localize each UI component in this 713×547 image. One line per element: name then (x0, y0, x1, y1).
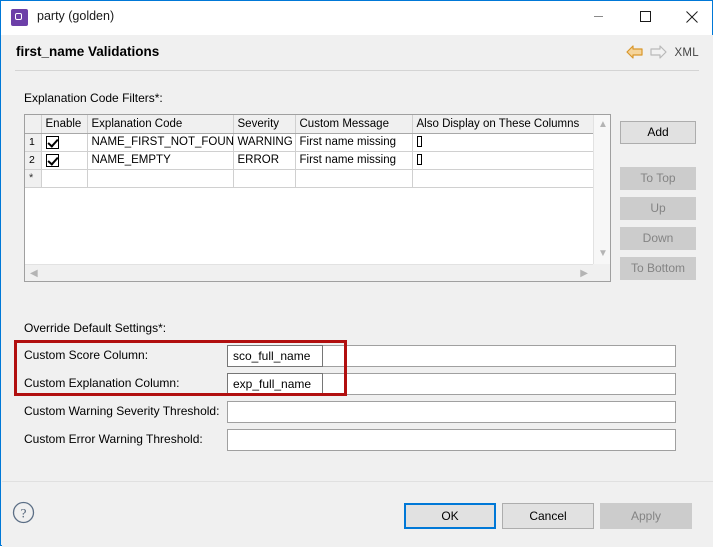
apply-button[interactable]: Apply (600, 503, 692, 529)
scroll-left-icon[interactable]: ◀ (30, 269, 38, 279)
col-header-severity[interactable]: Severity (233, 115, 295, 133)
to-top-button[interactable]: To Top (620, 167, 696, 190)
page-title: first_name Validations (16, 44, 159, 59)
grid-viewport: Enable Explanation Code Severity Custom … (25, 115, 593, 264)
title-bar: party (golden) (1, 1, 712, 35)
severity-cell[interactable]: WARNING (233, 133, 295, 151)
explanation-code-cell[interactable]: NAME_FIRST_NOT_FOUND (87, 133, 233, 151)
app-icon (11, 9, 28, 26)
col-header-code[interactable]: Explanation Code (87, 115, 233, 133)
explanation-code-filters-table: Enable Explanation Code Severity Custom … (24, 114, 611, 282)
enable-checkbox-cell[interactable] (41, 151, 87, 169)
window-title: party (golden) (37, 9, 114, 23)
empty-list-glyph (417, 154, 422, 165)
to-bottom-button[interactable]: To Bottom (620, 257, 696, 280)
help-button[interactable]: ? (12, 501, 35, 524)
override-section-label: Override Default Settings*: (24, 321, 166, 335)
also-display-cell[interactable] (412, 169, 593, 187)
svg-text:?: ? (21, 506, 27, 521)
custom-message-cell[interactable] (295, 169, 412, 187)
custom-error-warning-threshold-input[interactable] (227, 429, 676, 451)
severity-cell[interactable] (233, 169, 295, 187)
maximize-icon (640, 11, 651, 22)
new-row-placeholder[interactable]: * (25, 169, 593, 187)
custom-explanation-column-label: Custom Explanation Column: (24, 376, 179, 390)
new-row-marker: * (29, 172, 33, 184)
move-up-button[interactable]: Up (620, 197, 696, 220)
severity-cell[interactable]: ERROR (233, 151, 295, 169)
horizontal-scrollbar[interactable]: ◀ ▶ (25, 264, 593, 281)
table-header-row: Enable Explanation Code Severity Custom … (25, 115, 593, 133)
custom-message-cell[interactable]: First name missing (295, 133, 412, 151)
back-button[interactable] (626, 45, 643, 62)
ok-button[interactable]: OK (404, 503, 496, 529)
scrollbar-corner (593, 264, 610, 281)
maximize-button[interactable] (623, 1, 668, 32)
dialog-header: first_name Validations XML (2, 35, 713, 71)
header-toolbar: XML (626, 44, 699, 62)
table-row[interactable]: 2 NAME_EMPTY ERROR First name missing (25, 151, 593, 169)
col-header-message[interactable]: Custom Message (295, 115, 412, 133)
col-header-also-display[interactable]: Also Display on These Columns (412, 115, 593, 133)
custom-error-warning-threshold-label: Custom Error Warning Threshold: (24, 432, 203, 446)
custom-score-column-label: Custom Score Column: (24, 348, 148, 362)
forward-button[interactable] (650, 45, 667, 62)
also-display-cell[interactable] (412, 151, 593, 169)
empty-list-glyph (417, 136, 422, 147)
vertical-scrollbar[interactable]: ▲ ▼ (593, 115, 610, 264)
custom-warning-severity-threshold-label: Custom Warning Severity Threshold: (24, 404, 219, 418)
dialog-body: Explanation Code Filters*: Enable Explan… (2, 71, 713, 481)
scroll-right-icon[interactable]: ▶ (580, 269, 588, 279)
row-number: 1 (25, 133, 41, 151)
filters-section-label: Explanation Code Filters*: (24, 91, 163, 105)
minimize-icon (593, 11, 604, 22)
enable-checkbox-cell[interactable] (41, 133, 87, 151)
row-number: 2 (25, 151, 41, 169)
custom-warning-severity-threshold-input[interactable] (227, 401, 676, 423)
enable-checkbox-cell[interactable] (41, 169, 87, 187)
table-row[interactable]: 1 NAME_FIRST_NOT_FOUND WARNING First nam… (25, 133, 593, 151)
col-header-enable[interactable]: Enable (41, 115, 87, 133)
add-button[interactable]: Add (620, 121, 696, 144)
enable-checkbox[interactable] (46, 136, 59, 149)
close-button[interactable] (669, 1, 713, 32)
custom-explanation-column-input[interactable]: exp_full_name (227, 373, 323, 395)
also-display-cell[interactable] (412, 133, 593, 151)
close-icon (686, 11, 698, 23)
scroll-up-icon[interactable]: ▲ (598, 120, 608, 130)
xml-link[interactable]: XML (674, 47, 699, 59)
arrow-left-icon (626, 45, 643, 59)
col-header-rownum (25, 115, 41, 133)
explanation-code-cell[interactable]: NAME_EMPTY (87, 151, 233, 169)
dialog-window: party (golden) first_name Validations (0, 0, 713, 546)
arrow-right-icon (650, 45, 667, 59)
help-icon: ? (12, 501, 35, 524)
scroll-down-icon[interactable]: ▼ (598, 249, 608, 259)
cancel-button[interactable]: Cancel (502, 503, 594, 529)
enable-checkbox[interactable] (46, 154, 59, 167)
explanation-code-cell[interactable] (87, 169, 233, 187)
custom-message-cell[interactable]: First name missing (295, 151, 412, 169)
move-down-button[interactable]: Down (620, 227, 696, 250)
custom-score-column-input[interactable]: sco_full_name (227, 345, 323, 367)
minimize-button[interactable] (576, 1, 621, 32)
